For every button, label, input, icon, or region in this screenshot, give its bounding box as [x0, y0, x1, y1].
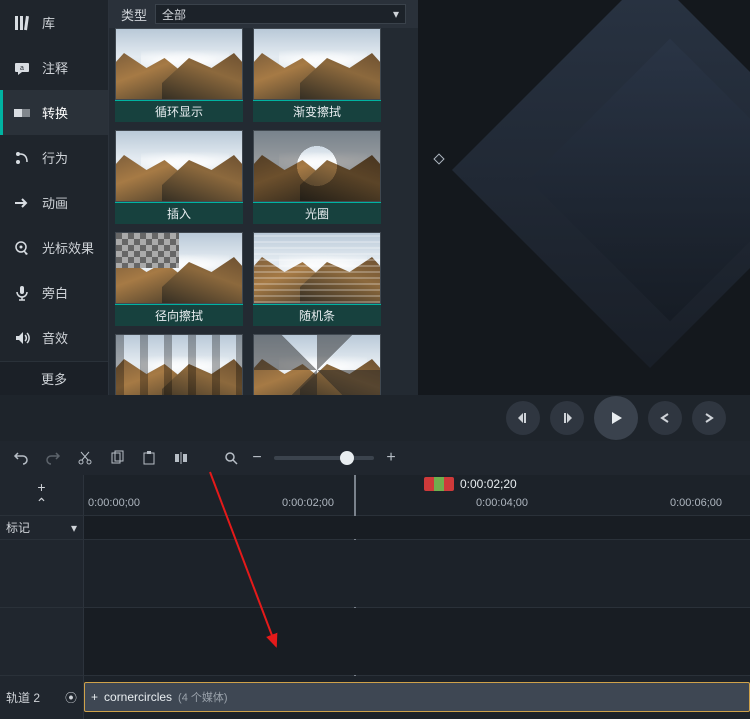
zoom-knob[interactable] [340, 451, 354, 465]
redo-button[interactable] [44, 449, 62, 467]
filter-value: 全部 [162, 6, 186, 23]
transition-label: 插入 [115, 202, 243, 224]
sidebar: 库 a 注释 转换 行为 动画 光标效果 旁白 音效 [0, 0, 108, 395]
prev-clip-button[interactable] [648, 401, 682, 435]
sidebar-item-label: 光标效果 [42, 238, 94, 257]
sidebar-more[interactable]: 更多 [0, 361, 108, 396]
transition-item[interactable]: 轮子 [253, 334, 381, 395]
transition-item[interactable]: 径向擦拭 [115, 232, 243, 326]
cursor-icon [12, 238, 32, 258]
play-button[interactable] [594, 396, 638, 440]
timeline-toolbar: − + [0, 441, 750, 475]
transition-label: 径向擦拭 [115, 304, 243, 326]
sidebar-item-annotation[interactable]: a 注释 [0, 45, 108, 90]
add-track-button[interactable]: + [37, 479, 45, 495]
sidebar-item-label: 动画 [42, 193, 68, 212]
transition-browser: 类型 全部 ▾ 循环显示 渐变擦拭 插入 光圈 径向擦拭 随机条 条带 轮子 [108, 0, 418, 395]
clip-expand-icon[interactable]: + [91, 690, 98, 704]
microphone-icon [12, 283, 32, 303]
transition-item[interactable]: 条带 [115, 334, 243, 395]
track-head-empty [0, 540, 84, 607]
sidebar-item-audio[interactable]: 音效 [0, 315, 108, 360]
sidebar-item-label: 行为 [42, 148, 68, 167]
cut-button[interactable] [76, 449, 94, 467]
playhead[interactable] [424, 477, 454, 495]
sidebar-item-label: 注释 [42, 58, 68, 77]
split-button[interactable] [172, 449, 190, 467]
copy-button[interactable] [108, 449, 126, 467]
undo-button[interactable] [12, 449, 30, 467]
transition-label: 光圈 [253, 202, 381, 224]
transition-icon [12, 103, 32, 123]
sidebar-item-behavior[interactable]: 行为 [0, 135, 108, 180]
track-2-body[interactable]: + cornercircles (4 个媒体) [84, 676, 750, 719]
track-toggle-icon[interactable]: ⦿ [65, 689, 77, 706]
speaker-icon [12, 328, 32, 348]
transition-item[interactable]: 循环显示 [115, 28, 243, 122]
collapse-button[interactable]: ⌃ [36, 495, 48, 512]
annotation-icon: a [12, 58, 32, 78]
marker-track[interactable] [84, 516, 750, 539]
next-frame-button[interactable] [550, 401, 584, 435]
search-icon[interactable] [222, 449, 240, 467]
ruler-tick: 0:00:00;00 [88, 497, 140, 509]
behavior-icon [12, 148, 32, 168]
chevron-down-icon[interactable]: ▾ [71, 521, 77, 535]
empty-track[interactable] [84, 608, 750, 675]
clip-meta: (4 个媒体) [178, 689, 228, 705]
clip-name: cornercircles [104, 690, 172, 704]
track-head-controls: + ⌃ [0, 475, 84, 515]
sidebar-item-voice[interactable]: 旁白 [0, 270, 108, 315]
timeline: + ⌃ 0:00:02;20 0:00:00;00 0:00:02;00 0:0… [0, 475, 750, 719]
sidebar-item-label: 音效 [42, 328, 68, 347]
track-2-head: 轨道 2 ⦿ [0, 676, 84, 719]
zoom-in-button[interactable]: + [382, 449, 400, 467]
playback-controls [0, 395, 750, 441]
empty-track[interactable] [84, 540, 750, 607]
animation-icon [12, 193, 32, 213]
ruler-tick: 0:00:06;00 [670, 497, 722, 509]
sidebar-item-label: 旁白 [42, 283, 68, 302]
transition-label: 渐变擦拭 [253, 100, 381, 122]
playhead-time: 0:00:02;20 [460, 477, 517, 491]
sidebar-item-animation[interactable]: 动画 [0, 180, 108, 225]
transition-item[interactable]: 光圈 [253, 130, 381, 224]
sidebar-item-library[interactable]: 库 [0, 0, 108, 45]
marker-track-head: 标记 ▾ [0, 516, 84, 539]
filter-dropdown[interactable]: 全部 ▾ [155, 4, 406, 24]
ruler-tick: 0:00:04;00 [476, 497, 528, 509]
transition-item[interactable]: 随机条 [253, 232, 381, 326]
preview-canvas[interactable] [418, 0, 750, 395]
chevron-down-icon: ▾ [393, 7, 399, 21]
sidebar-item-transition[interactable]: 转换 [0, 90, 108, 135]
ruler-tick: 0:00:02;00 [282, 497, 334, 509]
track-label: 轨道 2 [6, 689, 40, 706]
transition-item[interactable]: 插入 [115, 130, 243, 224]
svg-text:a: a [20, 65, 24, 72]
transition-grid: 循环显示 渐变擦拭 插入 光圈 径向擦拭 随机条 条带 轮子 [109, 28, 418, 395]
marker-label: 标记 [6, 519, 30, 536]
sidebar-item-label: 转换 [42, 103, 68, 122]
timeline-clip[interactable]: + cornercircles (4 个媒体) [84, 682, 750, 712]
track-head-empty [0, 608, 84, 675]
filter-label: 类型 [121, 5, 147, 24]
transition-label: 循环显示 [115, 100, 243, 122]
prev-frame-button[interactable] [506, 401, 540, 435]
browser-filter-bar: 类型 全部 ▾ [109, 0, 418, 28]
zoom-slider[interactable] [274, 456, 374, 460]
next-clip-button[interactable] [692, 401, 726, 435]
transition-item[interactable]: 渐变擦拭 [253, 28, 381, 122]
zoom-out-button[interactable]: − [248, 449, 266, 467]
library-icon [12, 13, 32, 33]
sidebar-item-label: 库 [42, 13, 55, 32]
sidebar-more-label: 更多 [41, 369, 67, 388]
transition-label: 随机条 [253, 304, 381, 326]
paste-button[interactable] [140, 449, 158, 467]
canvas-handle[interactable] [433, 153, 444, 164]
time-ruler[interactable]: 0:00:02;20 0:00:00;00 0:00:02;00 0:00:04… [84, 475, 750, 515]
sidebar-item-cursor[interactable]: 光标效果 [0, 225, 108, 270]
